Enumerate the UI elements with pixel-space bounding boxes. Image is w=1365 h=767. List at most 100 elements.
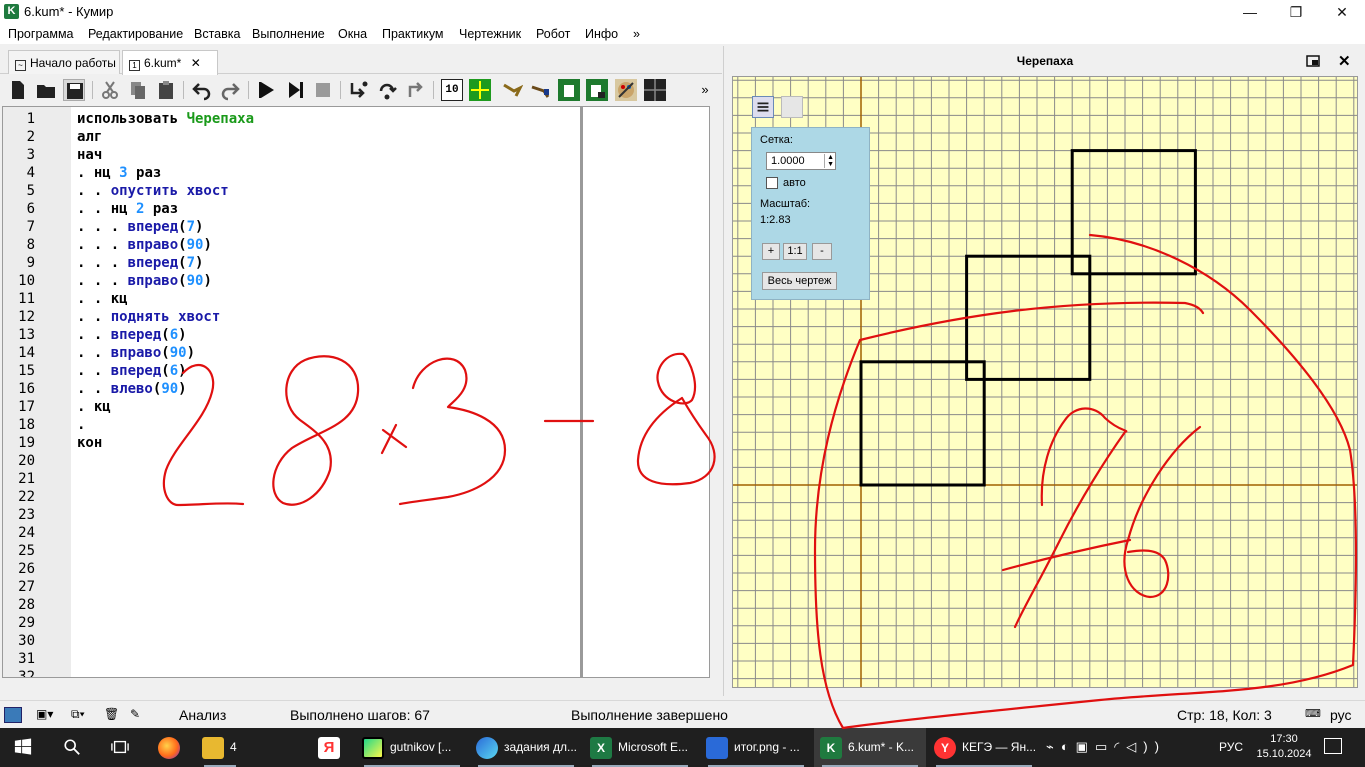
taskbar-yandex-browser[interactable]: Y КЕГЭ — Ян... <box>928 728 1040 767</box>
code-token: 7 <box>186 255 196 271</box>
undo-icon[interactable] <box>191 79 213 101</box>
taskbar-kumir[interactable]: K 6.kum* - K... <box>814 728 926 767</box>
menu-robot[interactable]: Робот <box>536 27 570 41</box>
taskbar-photos[interactable]: итог.png - ... <box>700 728 812 767</box>
code-line[interactable]: . . . вперед(7) <box>77 218 203 236</box>
code-editor[interactable]: 1 2 3 4 5 6 7 8 9 10 11 12 13 14 15 16 17 18 19 20 21 22 23 24 2… <box>2 106 710 678</box>
code-token: 6 <box>169 363 179 379</box>
code-line[interactable]: алг <box>77 128 102 146</box>
delete-icon[interactable]: 🗑 <box>104 707 119 721</box>
save-icon[interactable] <box>63 79 85 101</box>
menu-practicum[interactable]: Практикум <box>382 27 444 41</box>
code-line[interactable]: . . кц <box>77 290 128 308</box>
code-line[interactable]: . . влево(90) <box>77 380 187 398</box>
close-icon[interactable]: ✕ <box>1338 52 1351 70</box>
step-over-icon[interactable] <box>376 79 398 101</box>
copy-status-icon[interactable]: ⧉▾ <box>71 707 85 722</box>
tray-icons[interactable]: ⌁◐▣▭◜◁)) <box>1046 739 1166 755</box>
search-button[interactable] <box>50 728 94 767</box>
folder-icon <box>202 737 224 759</box>
code-line[interactable]: . . . вперед(7) <box>77 254 203 272</box>
code-line[interactable]: . . . вправо(90) <box>77 272 212 290</box>
toolbar-overflow-button[interactable]: » <box>694 79 716 101</box>
zoom-in-button[interactable]: + <box>762 243 780 260</box>
code-line[interactable]: . . вперед(6) <box>77 362 187 380</box>
close-window-button[interactable]: ✕ <box>1319 0 1365 24</box>
menu-insert[interactable]: Вставка <box>194 27 240 41</box>
grid-mode-icon[interactable] <box>469 79 491 101</box>
code-line[interactable]: . . нц 2 раз <box>77 200 178 218</box>
fit-drawing-button[interactable]: Весь чертеж <box>762 272 837 290</box>
taskbar-label: 4 <box>230 740 237 754</box>
taskbar-edge[interactable]: задания дл... <box>470 728 582 767</box>
clock[interactable]: 17:30 15.10.2024 <box>1256 732 1312 762</box>
input-language[interactable]: РУС <box>1219 740 1243 754</box>
taskbar-pycharm[interactable]: gutnikov [... <box>356 728 468 767</box>
menu-edit[interactable]: Редактирование <box>88 27 183 41</box>
code-line[interactable]: нач <box>77 146 102 164</box>
menu-drawer[interactable]: Чертежник <box>459 27 521 41</box>
grid-size-spinbox[interactable]: 1.0000 ▲ ▼ <box>766 152 836 170</box>
copy-icon[interactable] <box>127 79 149 101</box>
stop-icon[interactable] <box>312 79 334 101</box>
menu-info[interactable]: Инфо <box>585 27 618 41</box>
paste-icon[interactable] <box>155 79 177 101</box>
tab-start[interactable]: ~ Начало работы <box>8 50 120 74</box>
drawer-icon[interactable] <box>529 79 551 101</box>
run-icon[interactable] <box>256 79 278 101</box>
spin-arrows-icon[interactable]: ▲ ▼ <box>824 154 834 168</box>
menu-run[interactable]: Выполнение <box>252 27 325 41</box>
code-line[interactable]: использовать Черепаха <box>77 110 254 128</box>
code-line[interactable]: . . опустить хвост <box>77 182 229 200</box>
panel-toggle-button[interactable] <box>752 96 774 118</box>
code-line[interactable]: . . поднять хвост <box>77 308 220 326</box>
palette-icon[interactable] <box>615 79 637 101</box>
notifications-icon[interactable] <box>1324 738 1342 754</box>
code-line[interactable]: . . вперед(6) <box>77 326 187 344</box>
restore-button[interactable]: ❐ <box>1273 0 1319 24</box>
code-token: ( <box>161 345 170 361</box>
step-out-icon[interactable] <box>404 79 426 101</box>
code-line[interactable]: . <box>77 416 85 434</box>
taskbar-firefox[interactable] <box>148 728 192 767</box>
new-file-icon[interactable] <box>7 79 29 101</box>
editor-margin-divider[interactable] <box>580 107 583 677</box>
minimize-button[interactable]: — <box>1227 0 1273 24</box>
pencil-icon[interactable]: ✎ <box>130 707 140 721</box>
cut-icon[interactable] <box>99 79 121 101</box>
view-toggle-button[interactable] <box>781 96 803 118</box>
module-a-icon[interactable] <box>558 79 580 101</box>
step-in-icon[interactable] <box>348 79 370 101</box>
zoom-out-button[interactable]: - <box>812 243 832 260</box>
console-icon[interactable] <box>4 707 22 723</box>
taskbar-folder[interactable]: 4 <box>196 728 244 767</box>
black-grid-icon[interactable] <box>644 79 666 101</box>
redo-icon[interactable] <box>219 79 241 101</box>
code-line[interactable]: . нц 3 раз <box>77 164 161 182</box>
code-line[interactable]: . . . вправо(90) <box>77 236 212 254</box>
tab-file[interactable]: 1 6.kum* ✕ <box>122 50 218 75</box>
auto-checkbox[interactable] <box>766 177 778 189</box>
menu-more[interactable]: » <box>633 27 640 41</box>
taskbar-yandex[interactable]: Я <box>310 728 354 767</box>
line-number: 8 <box>26 237 35 253</box>
menu-program[interactable]: Программа <box>8 27 74 41</box>
taskbar: 4 Я gutnikov [... задания дл... X Microso… <box>0 728 1365 767</box>
code-token: ) <box>178 381 187 397</box>
code-line[interactable]: . кц <box>77 398 111 416</box>
task-view-button[interactable] <box>98 728 142 767</box>
open-folder-icon[interactable] <box>35 79 57 101</box>
start-button[interactable] <box>0 728 46 767</box>
robot-icon[interactable] <box>501 79 524 101</box>
menu-windows[interactable]: Окна <box>338 27 367 41</box>
counter-10-icon[interactable]: 10 <box>441 79 463 101</box>
tab-close-icon[interactable]: ✕ <box>191 56 201 70</box>
module-b-icon[interactable] <box>586 79 608 101</box>
taskbar-excel[interactable]: X Microsoft E... <box>584 728 696 767</box>
code-line[interactable]: кон <box>77 434 102 452</box>
step-run-icon[interactable] <box>284 79 306 101</box>
code-line[interactable]: . . вправо(90) <box>77 344 195 362</box>
save-status-icon[interactable]: ▣▾ <box>36 707 53 721</box>
zoom-reset-button[interactable]: 1:1 <box>783 243 807 260</box>
float-icon[interactable] <box>1306 54 1320 68</box>
